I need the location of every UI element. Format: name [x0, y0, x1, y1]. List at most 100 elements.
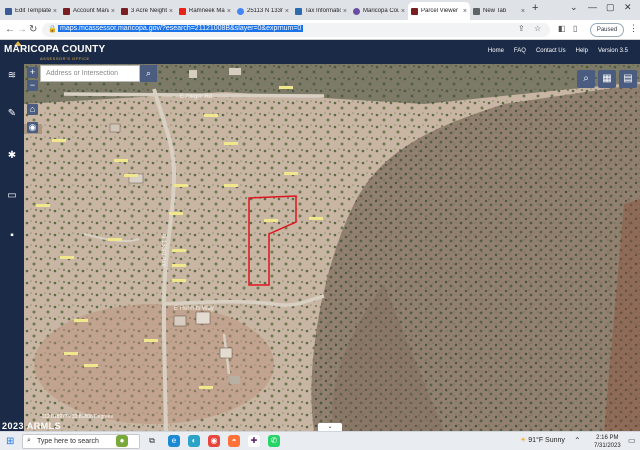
nav-faq[interactable]: FAQ	[514, 48, 526, 54]
tab-title: Ramneek Mann	[189, 8, 225, 14]
map-pin-icon	[237, 7, 244, 15]
parcel-label	[172, 249, 186, 252]
browser-tab[interactable]: 3 Acre Neighbo ×	[118, 2, 176, 20]
tab-title: 3 Acre Neighbo	[131, 8, 167, 14]
clock-date: 7/31/2023	[594, 443, 621, 449]
tab-favicon-icon	[295, 7, 302, 15]
building	[109, 123, 121, 133]
star-icon[interactable]: ☆	[534, 24, 541, 33]
weather-text: 91°F Sunny	[528, 437, 565, 444]
new-tab-button[interactable]: +	[532, 2, 538, 14]
share-icon[interactable]: ⇪	[518, 24, 525, 33]
browser-tab[interactable]: Tax Information ×	[292, 2, 350, 20]
browser-tab[interactable]: Ramneek Mann ×	[176, 2, 234, 20]
close-icon[interactable]: ×	[343, 8, 347, 15]
scale-readout: -112.0189779 33.86806 Degrees	[40, 414, 114, 420]
home-icon[interactable]: ⌂	[27, 104, 38, 115]
back-icon[interactable]: ←	[5, 24, 15, 35]
profile-button[interactable]: Paused	[590, 23, 624, 37]
menu-icon[interactable]: ⋮	[629, 23, 638, 34]
sidebar-toggle-icon[interactable]: ▯	[573, 24, 577, 33]
weather-widget[interactable]: ☀ 91°F Sunny	[520, 436, 565, 444]
road-label: N 133rd Ave	[160, 234, 166, 268]
building	[229, 68, 241, 75]
close-icon[interactable]: ×	[53, 8, 57, 15]
aerial-map[interactable]: E Alegre Rd N 133rd Ave E Hermits Way	[24, 64, 640, 431]
chrome-icon[interactable]: ◉	[208, 435, 220, 447]
layers-icon[interactable]: ≋	[6, 70, 18, 82]
browser-tab[interactable]: New Tab ×	[470, 2, 528, 20]
slack-icon[interactable]: ✚	[248, 435, 260, 447]
nav-help[interactable]: Help	[576, 48, 588, 54]
draw-icon[interactable]: ✎	[6, 108, 18, 120]
sun-icon: ☀	[520, 437, 527, 444]
zoom-out-button[interactable]: −	[27, 80, 38, 91]
tab-favicon-icon	[473, 7, 480, 15]
basemap-grid-button[interactable]: ▦	[598, 70, 616, 88]
nav-contact-us[interactable]: Contact Us	[536, 48, 566, 54]
tab-title: Maricopa Cou	[363, 8, 399, 14]
browser-tab[interactable]: Account Manager ×	[60, 2, 118, 20]
reload-icon[interactable]: ↻	[29, 24, 37, 35]
taskbar-clock[interactable]: 2:16 PM 7/31/2023	[594, 434, 621, 450]
parcel-label	[279, 86, 293, 89]
ruler-icon[interactable]: ▭	[6, 190, 18, 202]
avocado-widget-icon[interactable]: ●	[116, 435, 128, 447]
close-icon[interactable]: ×	[401, 8, 405, 15]
parcel-label	[36, 204, 50, 207]
address-search-input[interactable]: Address or Intersection	[40, 65, 140, 82]
chevron-down-icon[interactable]: ⌄	[570, 2, 578, 13]
nav-version: Version 3.5	[597, 48, 628, 54]
forward-icon[interactable]: →	[17, 24, 27, 35]
system-tray-icon[interactable]: ⌃	[574, 436, 581, 445]
parcel-label	[74, 319, 88, 322]
parcel-label	[64, 352, 78, 355]
firefox-icon[interactable]: ◓	[228, 435, 240, 447]
parcel-label	[114, 159, 128, 162]
browser-tab[interactable]: Edit Templates ×	[2, 2, 60, 20]
tab-favicon-icon	[5, 7, 12, 15]
clock-time: 2:16 PM	[596, 435, 619, 441]
comment-icon[interactable]: ▪	[6, 230, 18, 242]
tab-title: Edit Templates	[15, 8, 51, 14]
print-button[interactable]: ▤	[619, 70, 637, 88]
parcel-label	[60, 256, 74, 259]
search-button[interactable]: ⌕	[140, 65, 157, 82]
edge-browser-icon[interactable]: ◐	[188, 435, 200, 447]
close-icon[interactable]: ×	[521, 8, 525, 15]
tab-favicon-icon	[63, 7, 70, 15]
task-view-icon[interactable]: ⧉	[146, 435, 158, 447]
zoom-in-button[interactable]: +	[27, 67, 38, 78]
close-icon[interactable]: ×	[111, 8, 115, 15]
nav-home[interactable]: Home	[488, 48, 504, 54]
tab-favicon-icon	[121, 7, 128, 15]
parcel-label	[172, 264, 186, 267]
search-tool-button[interactable]: ⌕	[577, 70, 595, 88]
settings-icon[interactable]: ✱	[6, 150, 18, 162]
notification-icon[interactable]: ▭	[628, 436, 636, 445]
browser-tab[interactable]: 25113 N 133r ×	[234, 2, 292, 20]
extensions-icon[interactable]: ◧	[558, 24, 566, 33]
minimize-icon[interactable]: —	[588, 2, 597, 12]
edge-icon[interactable]: e	[168, 435, 180, 447]
lock-icon: 🔒	[48, 26, 57, 33]
close-icon[interactable]: ×	[227, 8, 231, 15]
close-icon[interactable]: ×	[463, 8, 467, 15]
parcel-label	[52, 139, 66, 142]
browser-tab-active[interactable]: Parcel Viewer ×	[408, 2, 470, 20]
watermark: 2023 ARMLS	[2, 421, 62, 431]
maximize-icon[interactable]: ▢	[606, 2, 615, 13]
windows-start-icon[interactable]: ⊞	[6, 436, 14, 447]
locate-icon[interactable]: ◉	[27, 122, 38, 133]
browser-tab[interactable]: Maricopa Cou ×	[350, 2, 408, 20]
url-input[interactable]: 🔒 maps.mcassessor.maricopa.gov/?esearch=…	[42, 23, 550, 37]
close-icon[interactable]: ×	[169, 8, 173, 15]
close-icon[interactable]: ×	[285, 8, 289, 15]
collapse-panel-tab[interactable]: ⌄	[318, 423, 342, 431]
browser-tab-strip: Edit Templates × Account Manager × 3 Acr…	[0, 0, 640, 20]
close-window-icon[interactable]: ✕	[624, 2, 632, 13]
parcel-label	[224, 184, 238, 187]
site-logo[interactable]: MARICOPA COUNTY	[4, 44, 105, 55]
profile-status: Paused	[596, 27, 618, 33]
phone-link-icon[interactable]: ✆	[268, 435, 280, 447]
